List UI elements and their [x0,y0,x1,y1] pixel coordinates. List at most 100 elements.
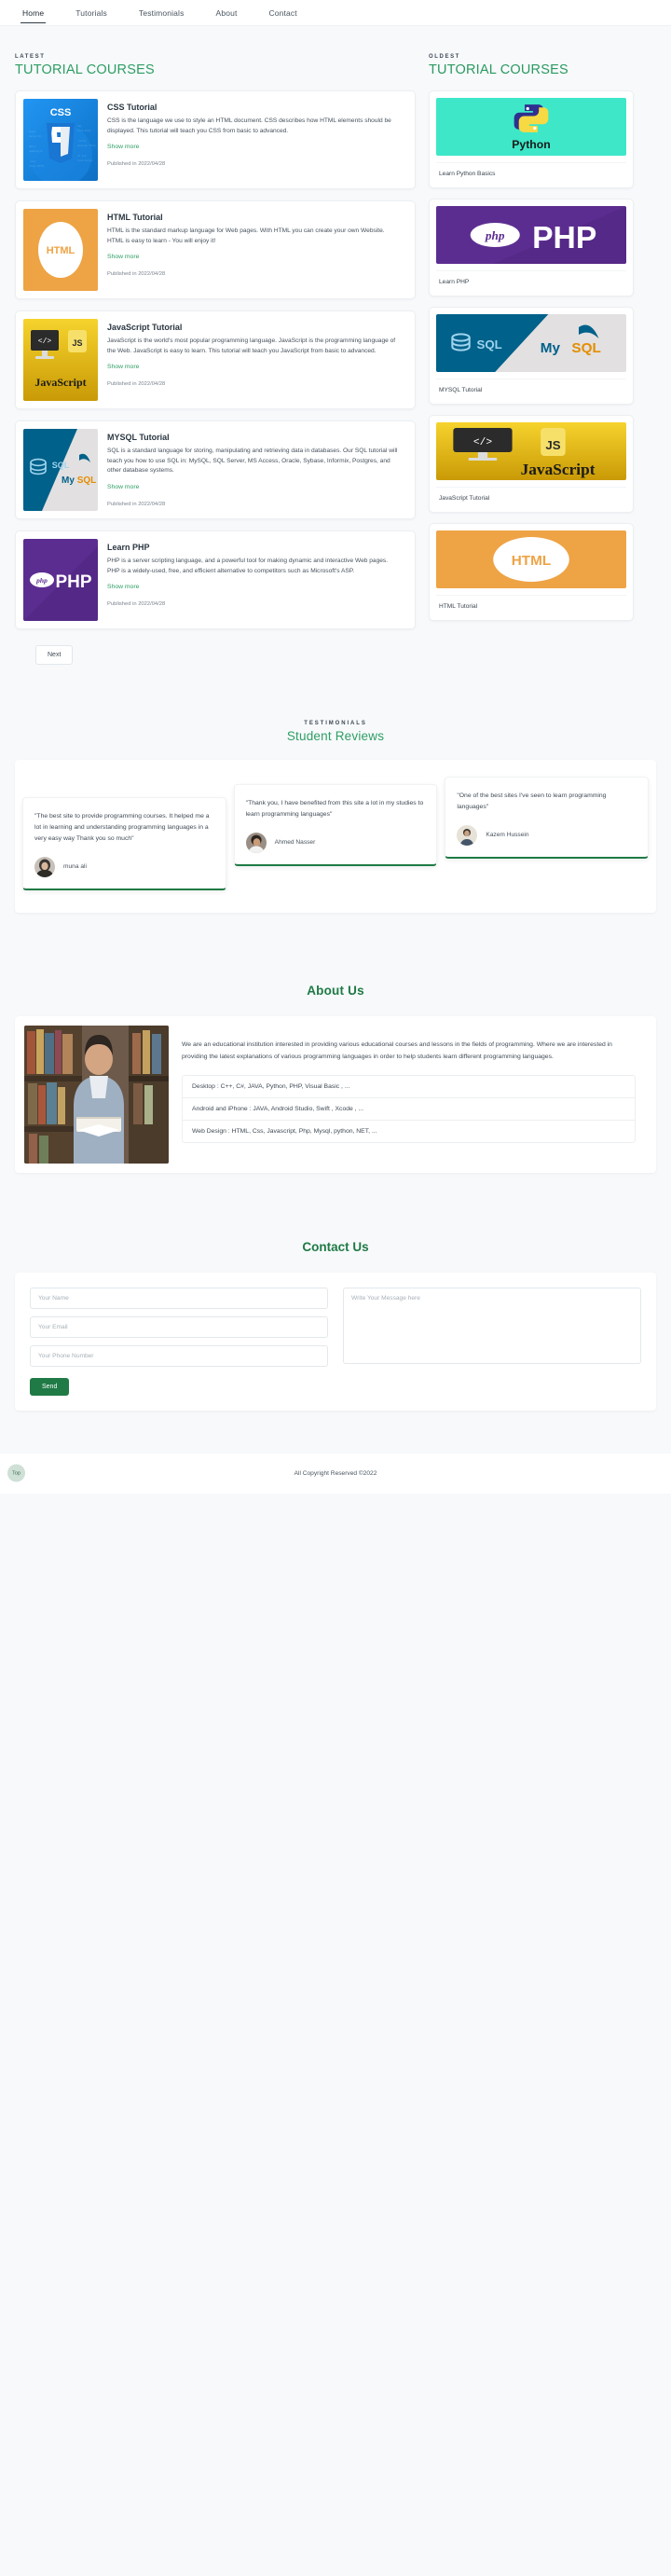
footer: Top All Copyright Reserved ©2022 [0,1453,671,1494]
svg-text:My: My [62,475,75,486]
svg-text:SQL: SQL [77,475,97,486]
about-topic-mobile: Android and iPhone : JAVA, Android Studi… [183,1098,635,1121]
show-more-link[interactable]: Show more [107,364,139,370]
side-course-card-html[interactable]: HTML HTML Tutorial [429,523,634,621]
contact-title: Contact Us [302,1239,369,1254]
course-body-html: HTML Tutorial HTML is the standard marku… [98,209,407,291]
testimonial-name: Kazem Hussein [486,832,529,839]
svg-text:display:flex;: display:flex; [77,144,96,147]
name-input[interactable] [30,1287,328,1309]
course-description: JavaScript is the world's most popular p… [107,337,396,354]
svg-text:SQL: SQL [476,337,501,351]
latest-eyebrow: LATEST [15,54,46,60]
course-body-php: Learn PHP PHP is a server scripting lang… [98,539,407,621]
svg-text:list-style;: list-style; [77,158,93,162]
side-course-label: Learn PHP [436,270,626,289]
course-card-html[interactable]: HTML HTML Tutorial HTML is the standard … [15,200,416,299]
testimonial-name: Ahmed Nasser [274,839,316,847]
svg-text:#div{: #div{ [29,145,36,148]
email-input[interactable] [30,1316,328,1338]
scroll-to-top-button[interactable]: Top [7,1464,25,1482]
course-title: CSS Tutorial [107,103,157,112]
show-more-link[interactable]: Show more [107,144,139,150]
side-course-card-php[interactable]: php PHP Learn PHP [429,199,634,296]
course-title: Learn PHP [107,543,150,552]
testimonial-quote: "The best site to provide programming co… [34,813,210,842]
python-logo-icon: Python [436,98,626,156]
course-published-date: Published in 2022/04/28 [107,502,166,508]
svg-text:JavaScript: JavaScript [521,461,596,478]
svg-text:padding:0;: padding:0; [29,149,44,153]
contact-section: Contact Us Send [0,1240,671,1411]
avatar [34,856,55,877]
about-title: About Us [307,983,364,998]
latest-courses-column: LATEST TUTORIAL COURSES CSS body{margin:… [15,54,416,665]
course-card-php[interactable]: php PHP Learn PHP PHP is a server script… [15,530,416,629]
contact-form: Send [15,1272,656,1411]
about-photo [24,1025,169,1164]
testimonials-section: TESTIMONIALS Student Reviews "The best s… [0,721,671,922]
about-body: We are an educational institution intere… [180,1026,647,1164]
copyright-text: All Copyright Reserved ©2022 [294,1469,377,1477]
svg-text:php: php [485,228,505,242]
testimonial-quote: "One of the best sites I've seen to lear… [457,792,607,810]
nav-link-testimonials[interactable]: Testimonials [137,3,186,22]
nav-link-tutorials[interactable]: Tutorials [74,3,109,22]
javascript-logo-icon: </> JS JavaScript [23,319,98,401]
svg-text:margin:0;: margin:0; [29,134,42,138]
side-course-label: Learn Python Basics [436,162,626,181]
latest-section-title: TUTORIAL COURSES [15,62,155,77]
course-description: CSS is the language we use to style an H… [107,117,391,134]
course-body-javascript: JavaScript Tutorial JavaScript is the wo… [98,319,407,401]
side-course-card-javascript[interactable]: </> JS JavaScript JavaScript Tutorial [429,415,634,513]
next-page-button[interactable]: Next [35,645,74,665]
svg-text:h1{: h1{ [77,124,82,128]
svg-text:</>: </> [38,337,52,346]
html-logo-icon: HTML [23,209,98,291]
main-navigation: Home Tutorials Testimonials About Contac… [0,0,671,26]
svg-text:.nav{: .nav{ [29,159,36,163]
php-logo-icon: php PHP [436,206,626,264]
course-published-date: Published in 2022/04/28 [107,381,166,388]
svg-text:PHP: PHP [532,221,596,255]
course-published-date: Published in 2022/04/28 [107,271,166,278]
svg-text:My: My [541,340,561,356]
about-topic-desktop: Desktop : C++, C#, JAVA, Python, PHP, Vi… [183,1076,635,1098]
phone-input[interactable] [30,1344,328,1367]
svg-text:body{: body{ [29,130,36,133]
about-text: We are an educational institution intere… [182,1040,612,1061]
course-card-javascript[interactable]: </> JS JavaScript JavaScript Tutorial Ja… [15,310,416,409]
nav-link-contact[interactable]: Contact [267,3,298,22]
course-body-mysql: MYSQL Tutorial SQL is a standard languag… [98,429,407,511]
nav-link-about[interactable]: About [214,3,240,22]
avatar [245,832,267,853]
message-textarea[interactable] [343,1287,641,1364]
svg-text:JavaScript: JavaScript [34,376,86,389]
testimonial-author: muna ali [34,856,214,877]
css3-logo-icon: CSS body{margin:0; #div{padding:0; .nav{… [23,99,98,181]
course-card-css[interactable]: CSS body{margin:0; #div{padding:0; .nav{… [15,90,416,189]
course-title: MYSQL Tutorial [107,433,170,442]
php-logo-icon: php PHP [23,539,98,621]
svg-text:PHP: PHP [55,572,91,592]
send-button[interactable]: Send [30,1377,70,1396]
javascript-logo-icon: </> JS JavaScript [436,422,626,480]
svg-text:SQL: SQL [52,461,70,470]
svg-text:php: php [35,576,48,585]
mysql-logo-icon: SQL My SQL [436,314,626,372]
course-card-mysql[interactable]: SQL My SQL MYSQL Tutorial SQL is a stand… [15,420,416,519]
svg-text:font:bold;: font:bold; [77,129,92,132]
svg-text:CSS: CSS [50,107,72,118]
course-description: PHP is a server scripting language, and … [107,558,389,574]
side-course-card-python[interactable]: Python Learn Python Basics [429,90,634,188]
side-course-card-mysql[interactable]: SQL My SQL MYSQL Tutorial [429,307,634,405]
show-more-link[interactable]: Show more [107,584,139,590]
svg-text:JS: JS [72,338,82,348]
testimonials-eyebrow: TESTIMONIALS [304,721,367,726]
show-more-link[interactable]: Show more [107,484,139,490]
oldest-eyebrow: OLDEST [429,54,460,60]
show-more-link[interactable]: Show more [107,254,139,260]
nav-link-home[interactable]: Home [21,3,47,23]
course-description: HTML is the standard markup language for… [107,227,385,244]
svg-text:.card{: .card{ [77,139,87,143]
